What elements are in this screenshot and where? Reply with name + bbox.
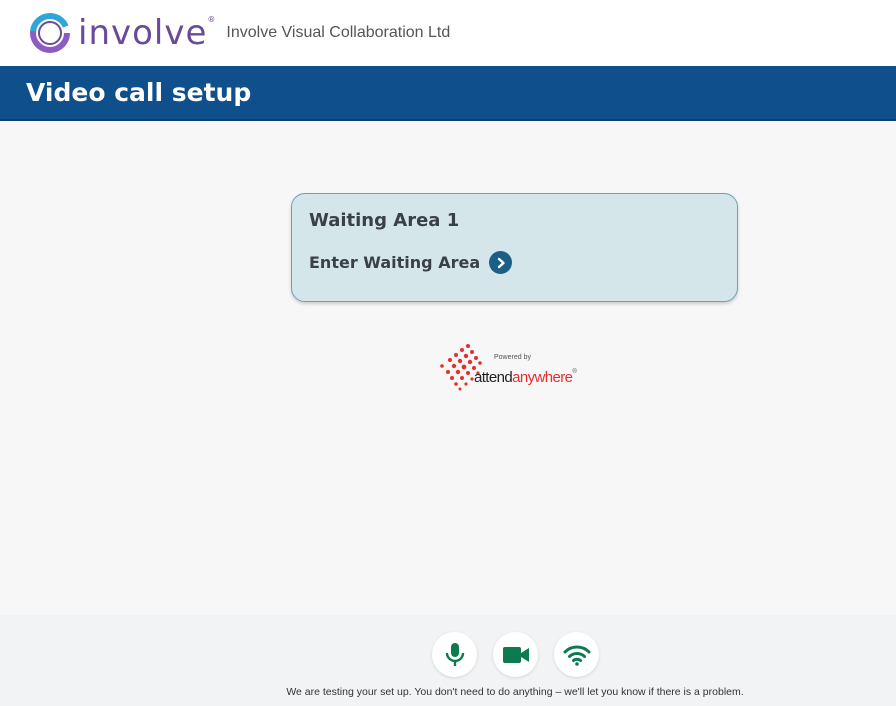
involve-logo-icon	[30, 13, 70, 53]
page-title: Video call setup	[26, 78, 252, 107]
video-call-setup-page: involve® Involve Visual Collaboration Lt…	[0, 0, 896, 706]
involve-logo: involve®	[28, 11, 216, 55]
enter-waiting-area-link[interactable]: Enter Waiting Area	[309, 251, 513, 274]
powered-by-logo: Powered by attendanywhere®	[436, 342, 596, 392]
logo-wordmark: involve®	[78, 13, 217, 53]
waiting-area-name: Waiting Area 1	[309, 210, 460, 231]
waiting-area-card: Waiting Area 1 Enter Waiting Area	[291, 193, 738, 302]
setup-test-message: We are testing your set up. You don't ne…	[286, 686, 744, 698]
chevron-right-circle-icon[interactable]	[489, 251, 513, 274]
attend-anywhere-wordmark: attendanywhere®	[474, 369, 577, 386]
setup-test-icons	[432, 632, 599, 677]
wifi-icon	[554, 632, 599, 677]
title-bar: Video call setup	[0, 66, 896, 121]
enter-waiting-area-label: Enter Waiting Area	[309, 253, 481, 272]
organisation-name: Involve Visual Collaboration Ltd	[226, 24, 451, 41]
brand-header: involve® Involve Visual Collaboration Lt…	[0, 0, 896, 66]
setup-test-bar: We are testing your set up. You don't ne…	[0, 615, 896, 706]
video-camera-icon	[493, 632, 538, 677]
microphone-icon	[432, 632, 477, 677]
powered-by-label: Powered by	[494, 354, 531, 361]
